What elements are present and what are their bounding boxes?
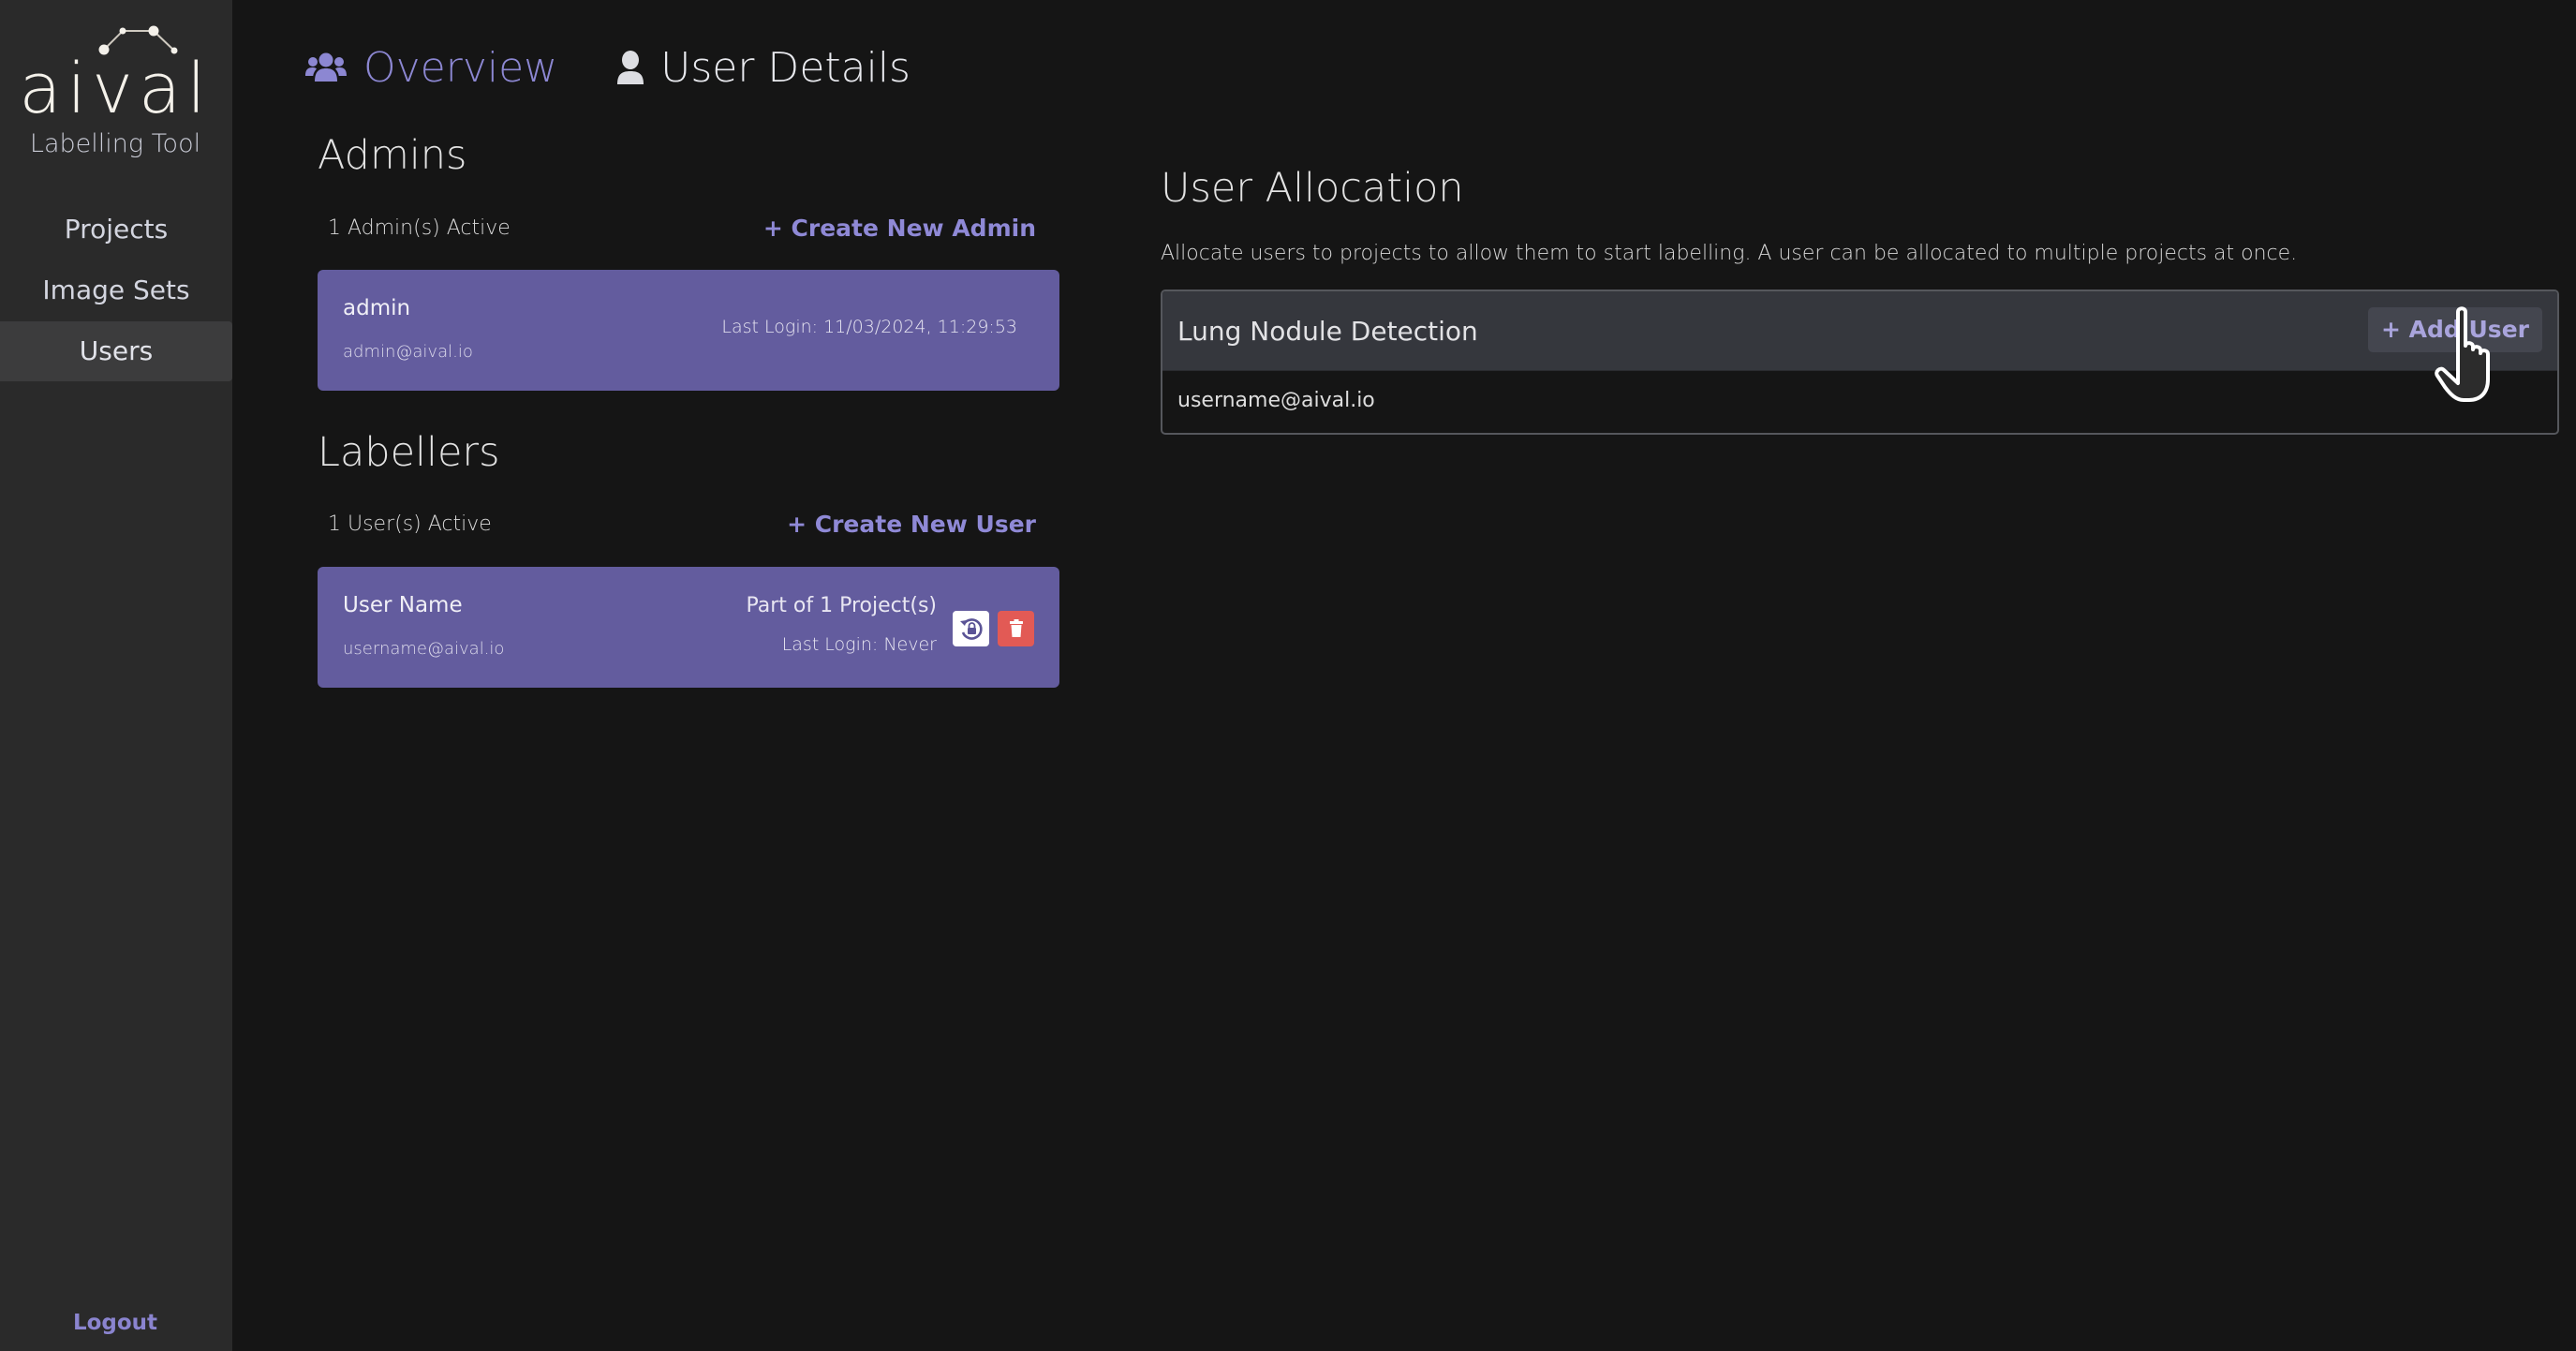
sidebar-item-image-sets[interactable]: Image Sets	[0, 260, 232, 320]
create-new-admin-link[interactable]: + Create New Admin	[763, 215, 1036, 242]
project-allocation-card: Lung Nodule Detection + Add User usernam…	[1161, 290, 2559, 435]
allocated-user-email: username@aival.io	[1177, 389, 1375, 412]
tab-overview[interactable]: Overview	[305, 44, 557, 92]
project-allocation-header: Lung Nodule Detection + Add User	[1162, 291, 2557, 371]
reset-password-icon	[959, 618, 983, 640]
sidebar: aival Labelling Tool Projects Image Sets…	[0, 0, 232, 1351]
admin-name: admin	[343, 296, 411, 320]
tab-bar: Overview User Details	[305, 37, 970, 97]
admins-count: 1 Admin(s) Active	[328, 216, 511, 240]
users-icon	[305, 52, 347, 83]
admins-heading: Admins	[318, 132, 467, 179]
project-name: Lung Nodule Detection	[1177, 316, 1478, 347]
tab-user-details-label: User Details	[660, 43, 910, 92]
sidebar-nav: Projects Image Sets Users	[0, 200, 232, 382]
user-icon	[617, 51, 644, 84]
sidebar-item-projects[interactable]: Projects	[0, 200, 232, 260]
tab-overview-label: Overview	[363, 43, 558, 92]
labeller-email: username@aival.io	[343, 639, 505, 659]
create-new-user-link[interactable]: + Create New User	[787, 511, 1036, 538]
delete-user-button[interactable]	[998, 611, 1034, 646]
reset-password-button[interactable]	[953, 611, 989, 646]
pointer-cursor-icon	[2435, 306, 2490, 402]
labellers-heading: Labellers	[318, 429, 500, 476]
labellers-count: 1 User(s) Active	[328, 512, 492, 536]
admin-last-login: Last Login: 11/03/2024, 11:29:53	[721, 317, 1017, 337]
labeller-name: User Name	[343, 593, 463, 617]
allocation-description: Allocate users to projects to allow them…	[1161, 242, 2298, 265]
labeller-card[interactable]: User Name username@aival.io Part of 1 Pr…	[318, 567, 1059, 688]
allocation-heading: User Allocation	[1161, 165, 1464, 212]
sidebar-item-users[interactable]: Users	[0, 321, 232, 381]
app-logo[interactable]: aival Labelling Tool	[0, 0, 232, 169]
admin-email: admin@aival.io	[343, 342, 473, 362]
labeller-projects: Part of 1 Project(s)	[746, 594, 937, 617]
logout-link[interactable]: Logout	[0, 1311, 230, 1335]
logo-wordmark: aival	[19, 49, 212, 129]
trash-icon	[1009, 619, 1023, 637]
admin-card[interactable]: admin admin@aival.io Last Login: 11/03/2…	[318, 270, 1059, 391]
labeller-last-login: Last Login: Never	[781, 634, 937, 655]
tab-user-details[interactable]: User Details	[617, 44, 910, 92]
app-subtitle: Labelling Tool	[29, 129, 201, 158]
allocated-user-row: username@aival.io	[1162, 371, 2557, 433]
